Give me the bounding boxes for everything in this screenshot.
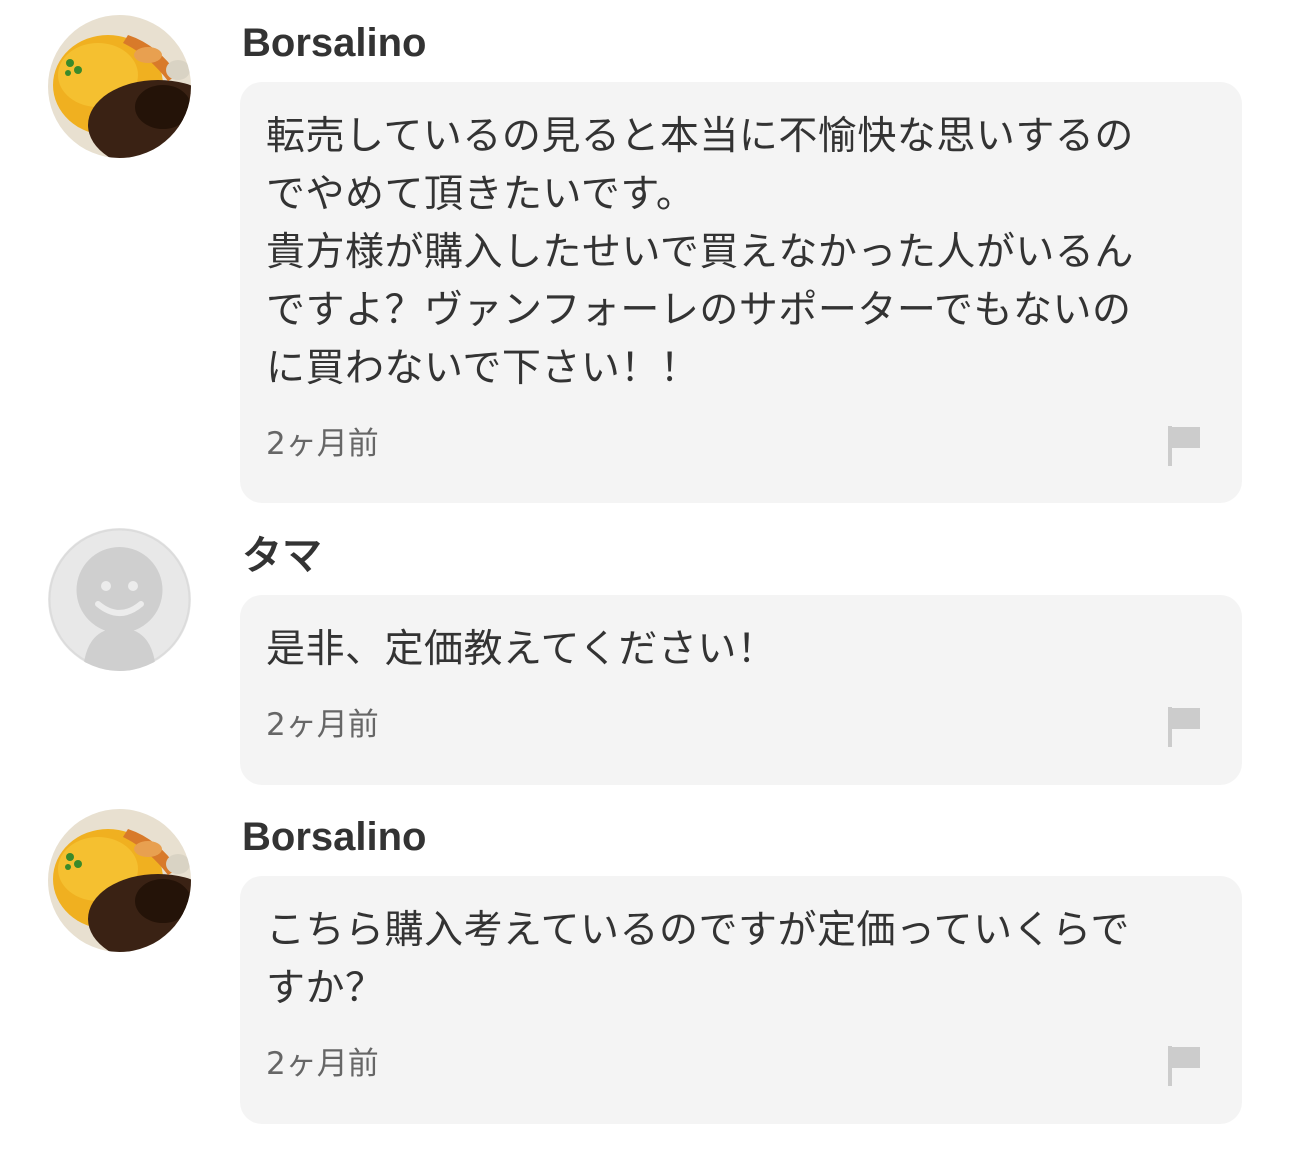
comment-text: 是非、定価教えてください！ bbox=[266, 627, 777, 672]
comment-bubble: 是非、定価教えてください！ 2ヶ月前 bbox=[240, 595, 1242, 785]
flag-icon[interactable] bbox=[1166, 1044, 1202, 1086]
flag-icon[interactable] bbox=[1166, 424, 1202, 466]
timestamp: 2ヶ月前 bbox=[266, 1046, 379, 1082]
comment-meta: 2ヶ月前 bbox=[266, 424, 1202, 466]
comment-item: Borsalino 転売しているの見ると本当に不愉快な思いするの でやめて頂きた… bbox=[0, 0, 1289, 510]
comment-bubble: 転売しているの見ると本当に不愉快な思いするの でやめて頂きたいです。 貴方様が購… bbox=[240, 82, 1242, 503]
curry-omurice-photo-icon bbox=[48, 15, 191, 158]
comment-meta: 2ヶ月前 bbox=[266, 1044, 1202, 1086]
timestamp: 2ヶ月前 bbox=[266, 426, 379, 462]
curry-omurice-photo-icon bbox=[48, 809, 191, 952]
user-avatar[interactable] bbox=[48, 528, 191, 671]
username[interactable]: Borsalino bbox=[242, 19, 426, 67]
username[interactable]: Borsalino bbox=[242, 813, 426, 861]
comment-text: こちら購入考えているのですが定価っていくらで すか？ bbox=[266, 908, 1130, 1011]
comment-bubble: こちら購入考えているのですが定価っていくらで すか？ 2ヶ月前 bbox=[240, 876, 1242, 1124]
user-avatar[interactable] bbox=[48, 809, 191, 952]
user-avatar[interactable] bbox=[48, 15, 191, 158]
default-user-avatar-icon bbox=[48, 528, 191, 671]
comment-item: Borsalino こちら購入考えているのですが定価っていくらで すか？ 2ヶ月… bbox=[0, 800, 1289, 1130]
username[interactable]: タマ bbox=[242, 532, 322, 580]
timestamp: 2ヶ月前 bbox=[266, 707, 379, 743]
flag-icon[interactable] bbox=[1166, 705, 1202, 747]
comment-item: タマ 是非、定価教えてください！ 2ヶ月前 bbox=[0, 520, 1289, 790]
comment-meta: 2ヶ月前 bbox=[266, 705, 1202, 747]
comment-text: 転売しているの見ると本当に不愉快な思いするの でやめて頂きたいです。 貴方様が購… bbox=[266, 114, 1134, 391]
